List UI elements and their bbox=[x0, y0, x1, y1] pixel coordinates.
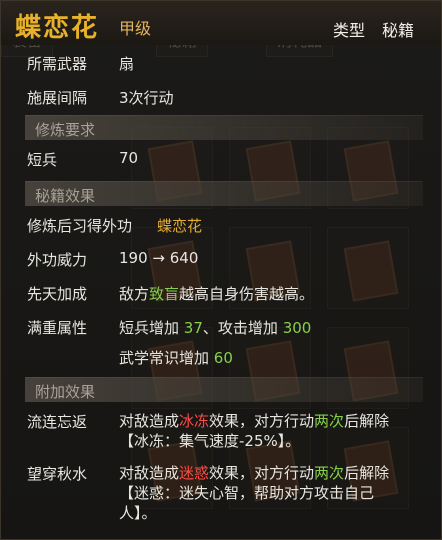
max-line-1-value1: 37 bbox=[183, 319, 203, 337]
section-additional-effect: 附加效果 bbox=[25, 377, 423, 402]
requirement-label: 短兵 bbox=[27, 151, 58, 169]
extra-effect-name: 流连忘返 bbox=[27, 413, 88, 431]
line-1-green: 两次 bbox=[314, 412, 345, 430]
innate-text-before: 敌方 bbox=[119, 285, 150, 303]
max-line-2: 武学常识增加 60 bbox=[119, 347, 233, 368]
section-title: 秘籍效果 bbox=[35, 187, 96, 205]
max-line-2-part1: 武学常识增加 bbox=[119, 349, 210, 367]
power-value: 190 → 640 bbox=[119, 249, 199, 267]
extra-effect-line-3: 人】。 bbox=[119, 504, 157, 522]
type-label: 类型 bbox=[333, 21, 366, 40]
innate-text-after: 越高自身伤害越高。 bbox=[179, 285, 315, 303]
extra-effect-description: 对敌造成迷惑效果，对方行动两次后解除 【迷惑：迷失心智，帮助对方攻击自己 人】。 bbox=[119, 463, 421, 523]
extra-effect-line-1: 对敌造成迷惑效果，对方行动两次后解除 bbox=[119, 463, 421, 483]
max-line-1: 短兵增加 37、攻击增加 300 bbox=[119, 317, 311, 338]
max-line-2-value1: 60 bbox=[213, 349, 233, 367]
required-weapon-label: 所需武器 bbox=[27, 55, 88, 73]
max-line-1-part1: 短兵增加 bbox=[119, 319, 180, 337]
line-1-green: 两次 bbox=[314, 464, 345, 482]
innate-label: 先天加成 bbox=[27, 285, 88, 303]
extra-effect-description: 对敌造成冰冻效果，对方行动两次后解除 【冰冻：集气速度-25%】。 bbox=[119, 411, 421, 451]
power-label: 外功威力 bbox=[27, 251, 88, 269]
learn-value: 蝶恋花 bbox=[157, 217, 203, 235]
line-1-after: 后解除 bbox=[344, 412, 390, 430]
line-1-mid: 效果，对方行动 bbox=[209, 464, 315, 482]
line-1-before: 对敌造成 bbox=[119, 412, 180, 430]
section-skill-effect: 秘籍效果 bbox=[25, 181, 423, 206]
max-line-1-part2: 、攻击增加 bbox=[202, 319, 278, 337]
required-weapon-value: 扇 bbox=[119, 55, 135, 73]
line-1-red: 冰冻 bbox=[179, 412, 210, 430]
section-title: 附加效果 bbox=[35, 383, 96, 401]
background-inventory: 装备 秘籍 消耗品 bbox=[1, 1, 441, 539]
max-line-1-value2: 300 bbox=[282, 319, 312, 337]
item-tooltip: 装备 秘籍 消耗品 蝶恋花 甲级 类型 秘籍 所需武器 扇 施展间隔 3次行动 … bbox=[0, 0, 442, 540]
cast-interval-value: 3次行动 bbox=[119, 89, 174, 107]
requirement-value: 70 bbox=[119, 149, 139, 167]
extra-effect-line-2: 【迷惑：迷失心智，帮助对方攻击自己 bbox=[119, 484, 375, 502]
book-icon bbox=[343, 240, 399, 302]
extra-effect-name: 望穿秋水 bbox=[27, 465, 88, 483]
max-label: 满重属性 bbox=[27, 319, 88, 337]
item-grade: 甲级 bbox=[119, 19, 152, 38]
innate-highlight: 致盲 bbox=[149, 285, 180, 303]
learn-label: 修炼后习得外功 bbox=[27, 217, 133, 235]
bg-slot bbox=[327, 227, 409, 309]
section-cultivation-requirement: 修炼要求 bbox=[25, 115, 423, 140]
extra-effect-line-2: 【冰冻：集气速度-25%】。 bbox=[119, 432, 301, 450]
tooltip-header: 蝶恋花 甲级 类型 秘籍 bbox=[1, 1, 441, 45]
innate-text: 敌方致盲越高自身伤害越高。 bbox=[119, 283, 314, 304]
type-value: 秘籍 bbox=[382, 21, 415, 40]
line-1-mid: 效果，对方行动 bbox=[209, 412, 315, 430]
line-1-after: 后解除 bbox=[344, 464, 390, 482]
item-title: 蝶恋花 bbox=[15, 13, 100, 43]
section-title: 修炼要求 bbox=[35, 121, 96, 139]
line-1-before: 对敌造成 bbox=[119, 464, 180, 482]
extra-effect-line-1: 对敌造成冰冻效果，对方行动两次后解除 bbox=[119, 411, 421, 431]
line-1-red: 迷惑 bbox=[179, 464, 210, 482]
cast-interval-label: 施展间隔 bbox=[27, 89, 88, 107]
